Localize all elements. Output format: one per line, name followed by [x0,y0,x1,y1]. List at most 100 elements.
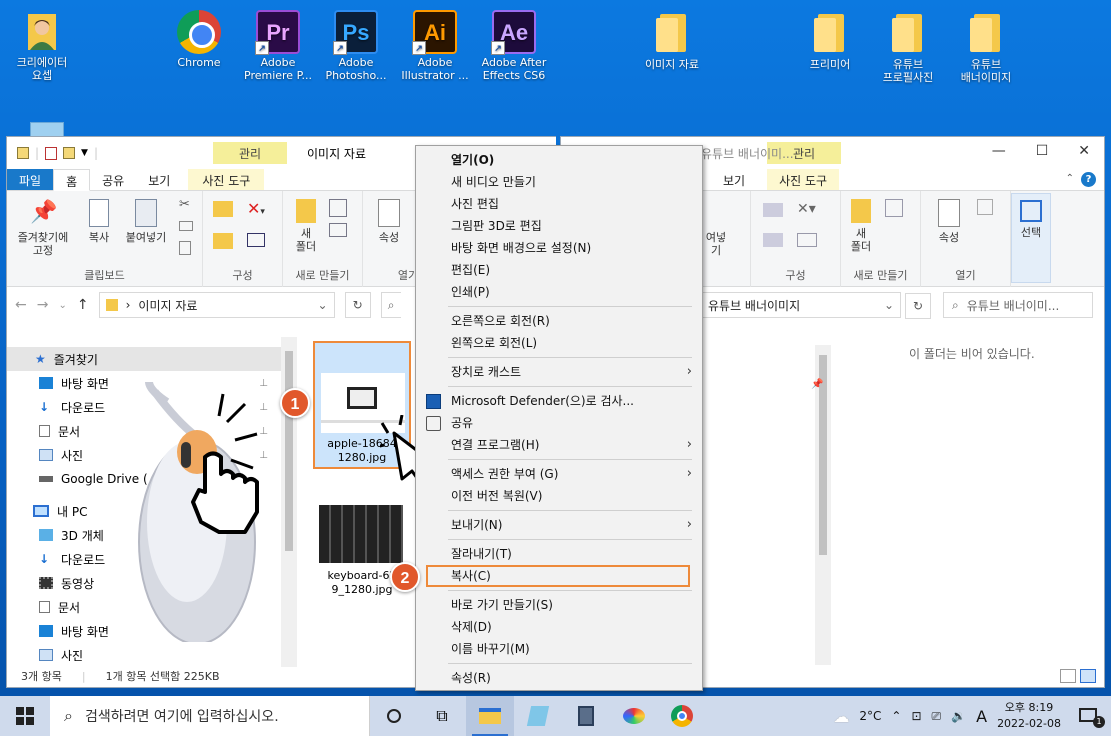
weather-temp[interactable]: 2°C [859,709,881,723]
timeline-button[interactable]: ⧉ [418,696,466,736]
copy-to-icon[interactable] [763,233,783,247]
chevron-up-icon[interactable]: ⌃ [891,709,901,723]
start-button[interactable] [0,696,50,736]
delete-icon[interactable]: ✕▾ [797,201,816,217]
context-menu-item[interactable]: 편집(E) [416,259,702,281]
new-item-icon[interactable] [885,199,903,217]
tab-file[interactable]: 파일 [7,169,54,190]
taskbar-calculator[interactable] [562,696,610,736]
notification-center-button[interactable]: 1 [1079,706,1105,728]
easy-access-icon[interactable] [329,223,347,237]
manage-tab[interactable]: 관리 [213,142,288,164]
thumbnails-view-icon[interactable] [1080,669,1096,683]
chevron-down-icon[interactable]: ⌄ [318,298,328,312]
forward-arrow-icon[interactable]: → [37,297,49,313]
refresh-icon[interactable]: ↻ [905,293,931,319]
maximize-icon[interactable]: ☐ [1036,143,1049,159]
address-box[interactable]: › 이미지 자료 ⌄ [98,292,335,318]
chevron-down-icon[interactable]: ⌄ [884,298,894,312]
desktop-icon-profile-folder[interactable]: 유튜브 프로필사진 [869,4,947,84]
select-button[interactable]: 선택 [1014,200,1048,239]
folder-small-icon[interactable] [17,147,29,159]
up-arrow-icon[interactable]: ↑ [77,297,89,313]
display-icon[interactable]: ⎚ [932,709,942,724]
taskbar-explorer[interactable] [466,696,514,736]
taskbar-paint[interactable] [610,696,658,736]
desktop-icon-aftereffects[interactable]: Ae ↗ Adobe After Effects CS6 [475,4,553,82]
task-view-button[interactable] [370,696,418,736]
chevron-down-icon[interactable]: ▼ [81,148,88,158]
ime-indicator[interactable]: A [976,707,987,726]
properties-small-icon[interactable] [45,146,58,160]
refresh-icon[interactable]: ↻ [344,292,371,318]
context-menu-item[interactable]: 그림판 3D로 편집 [416,215,702,237]
tab-photo-tools[interactable]: 사진 도구 [188,169,265,190]
context-menu-item[interactable]: 이전 버전 복원(V) [416,485,702,507]
volume-icon[interactable]: 🔉 [951,709,966,723]
copy-button[interactable]: 복사 [79,199,119,244]
context-menu-item[interactable]: 새 비디오 만들기 [416,171,702,193]
context-menu-item[interactable]: 열기(O) [416,149,702,171]
open-icon[interactable] [977,199,993,215]
paste-button[interactable]: 붙여넣기 [119,199,173,244]
desktop-icon-chrome[interactable]: Chrome [160,4,238,69]
search-icon[interactable]: ⌕ [380,292,401,318]
context-menu-item[interactable]: 인쇄(P) [416,281,702,303]
tab-photo-tools[interactable]: 사진 도구 [767,169,840,190]
desktop-icon-creator[interactable]: 크리에이터 요셉 [3,4,81,82]
cut-icon[interactable]: ✂ [179,197,190,212]
address-box[interactable]: 유튜브 배너이미지 ⌄ [701,292,901,318]
context-menu-item[interactable]: Microsoft Defender(으)로 검사... [416,390,702,412]
context-menu-item[interactable]: 잘라내기(T) [416,543,702,565]
context-menu-item[interactable]: 복사(C) [426,565,690,587]
delete-icon[interactable]: ✕▾ [247,199,265,218]
context-menu-item[interactable]: 보내기(N) › [416,514,702,536]
tab-view[interactable]: 보기 [136,169,182,190]
tab-share[interactable]: 공유 [90,169,136,190]
context-menu-item[interactable]: 바로 가기 만들기(S) [416,594,702,616]
context-menu-item[interactable]: 사진 편집 [416,193,702,215]
context-menu-item[interactable]: 공유 [416,412,702,434]
new-folder-button[interactable]: 새 폴더 [291,199,321,253]
details-view-icon[interactable] [1060,669,1076,683]
network-icon[interactable]: ⊡ [911,709,921,723]
properties-button[interactable]: 속성 [931,199,967,244]
rename-icon[interactable] [247,233,265,247]
desktop-icon-premiere-folder[interactable]: 프리미어 [791,4,869,71]
copy-to-icon[interactable] [213,233,233,249]
move-to-icon[interactable] [213,201,233,217]
properties-button[interactable]: 속성 [369,199,409,244]
new-item-icon[interactable] [329,199,347,217]
pin-quick-access-button[interactable]: 📌 즐겨찾기에 고정 [13,199,73,257]
move-to-icon[interactable] [763,203,783,217]
paste-button-partial[interactable]: 여넣기 [701,231,731,257]
search-box[interactable]: ⌕ 유튜브 배너이미... [943,292,1093,318]
new-folder-small-icon[interactable] [63,147,76,159]
new-folder-button[interactable]: 새 폴더 [847,199,875,253]
context-menu-item[interactable]: 이름 바꾸기(M) [416,638,702,660]
context-menu-item[interactable]: 오른쪽으로 회전(R) [416,310,702,332]
copy-path-icon[interactable] [179,221,193,231]
context-menu-item[interactable]: 연결 프로그램(H) › [416,434,702,456]
close-icon[interactable]: ✕ [1078,143,1090,159]
nav-favorites[interactable]: ★ 즐겨찾기 [7,347,282,371]
context-menu-item[interactable]: 액세스 권한 부여 (G) › [416,463,702,485]
clock[interactable]: 오후 8:19 2022-02-08 [997,700,1061,732]
nav-item-pictures-pc[interactable]: 사진 [7,643,282,661]
context-menu-item[interactable]: 장치로 캐스트 › [416,361,702,383]
desktop-icon-premiere[interactable]: Pr ↗ Adobe Premiere P... [239,4,317,82]
taskbar-chrome[interactable] [658,696,706,736]
desktop-icon-illustrator[interactable]: Ai ↗ Adobe Illustrator ... [396,4,474,82]
back-arrow-icon[interactable]: ← [15,297,27,313]
weather-icon[interactable]: ☁ [833,707,849,726]
desktop-icon-photoshop[interactable]: Ps ↗ Adobe Photosho... [317,4,395,82]
rename-icon[interactable] [797,233,817,247]
help-icon[interactable]: ? [1081,172,1096,187]
taskbar-notepad[interactable] [514,696,562,736]
desktop-icon-image-folder[interactable]: 이미지 자료 [633,4,711,71]
context-menu-item[interactable]: 삭제(D) [416,616,702,638]
chevron-up-icon[interactable]: ⌃ [1066,173,1074,184]
context-menu-item[interactable]: 속성(R) [416,667,702,689]
tab-home[interactable]: 홈 [53,169,91,191]
recent-chevron-icon[interactable]: ⌄ [58,300,66,311]
